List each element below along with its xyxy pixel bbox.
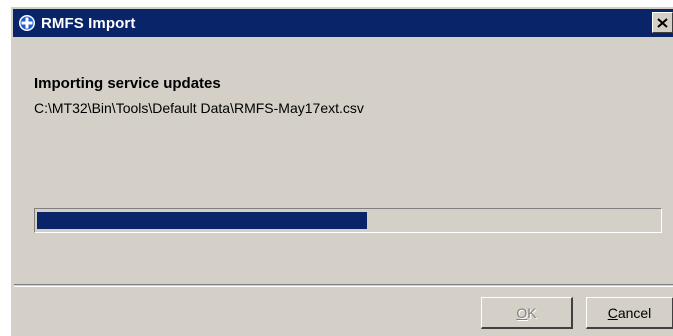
- file-path: C:\MT32\Bin\Tools\Default Data\RMFS-May1…: [34, 100, 364, 116]
- window-title: RMFS Import: [41, 14, 136, 32]
- progress-bar: [34, 208, 662, 233]
- ok-label-rest: K: [527, 304, 537, 321]
- rmfs-app-icon: [18, 14, 36, 32]
- cancel-label-rest: ancel: [617, 304, 652, 321]
- close-button[interactable]: [652, 12, 673, 33]
- status-heading: Importing service updates: [34, 75, 221, 92]
- cancel-button[interactable]: Cancel: [586, 297, 673, 329]
- import-dialog: RMFS Import Importing service updates C:…: [10, 6, 673, 336]
- close-icon: [657, 17, 668, 28]
- ok-button[interactable]: OK: [481, 297, 573, 329]
- ok-mnemonic: O: [516, 304, 528, 321]
- progress-fill: [37, 212, 367, 229]
- title-bar[interactable]: RMFS Import: [13, 9, 673, 37]
- dialog-content: Importing service updates C:\MT32\Bin\To…: [14, 40, 673, 285]
- cancel-mnemonic: C: [607, 304, 618, 321]
- separator: [14, 286, 673, 287]
